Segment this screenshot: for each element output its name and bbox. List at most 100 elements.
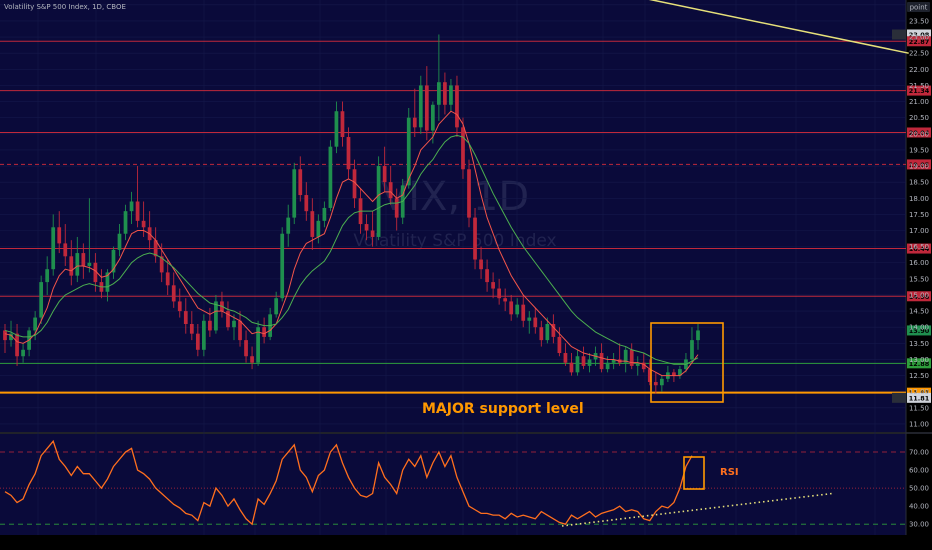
y-tick-label: 21.50 — [909, 82, 929, 90]
candle-body — [587, 359, 592, 366]
candle-body — [696, 330, 700, 341]
candle-body — [394, 198, 399, 218]
candle-body — [39, 282, 44, 318]
candle-body — [479, 259, 483, 270]
candle-body — [286, 217, 291, 234]
candle-body — [75, 253, 80, 276]
candle-body — [322, 207, 327, 221]
candle-body — [183, 311, 188, 324]
y-tick-label: 15.00 — [909, 291, 929, 299]
candle-body — [430, 104, 435, 131]
y-tick-label: 16.00 — [909, 259, 929, 267]
y-tick-label: 16.50 — [909, 243, 929, 251]
candle-body — [629, 349, 634, 366]
rsi-y-tick-label: 30.00 — [909, 521, 929, 529]
y-tick-label: 12.50 — [909, 372, 929, 380]
candle-body — [527, 317, 532, 321]
candle-body — [45, 269, 50, 283]
candle-body — [171, 285, 176, 302]
candle-body — [539, 327, 544, 341]
y-tick-label: 22.00 — [909, 66, 929, 74]
candle-body — [491, 282, 495, 289]
candle-body — [449, 85, 453, 105]
rsi-y-tick-label: 60.00 — [909, 467, 929, 475]
major-support-label: MAJOR support level — [422, 401, 584, 417]
candle-body — [461, 127, 465, 170]
candle-body — [424, 85, 429, 131]
candle-body — [328, 146, 333, 208]
rsi-y-tick-label: 50.00 — [909, 485, 929, 493]
candle-body — [129, 201, 134, 212]
candle-body — [581, 356, 586, 366]
candle-body — [443, 82, 447, 105]
candle-body — [87, 262, 92, 266]
candle-body — [467, 169, 471, 218]
candle-body — [250, 356, 254, 363]
candle-body — [189, 324, 194, 334]
candle-body — [364, 224, 369, 231]
candle-body — [33, 317, 37, 331]
candle-body — [412, 117, 417, 128]
candle-body — [177, 301, 182, 312]
candle-body — [533, 317, 538, 328]
candle-body — [659, 378, 664, 386]
candle-body — [135, 201, 140, 221]
candle-body — [388, 182, 393, 199]
candle-body — [437, 82, 441, 105]
candle-body — [195, 333, 200, 350]
y-tick-label: 13.00 — [909, 356, 929, 364]
y-tick-label: 12.00 — [909, 388, 929, 396]
candle-body — [690, 340, 694, 360]
candle-body — [123, 211, 128, 234]
candle-body — [563, 353, 568, 363]
candle-body — [304, 195, 309, 212]
candle-body — [515, 304, 520, 315]
candle-body — [557, 336, 562, 354]
candle-body — [244, 340, 248, 357]
y-tick-label: 23.50 — [909, 17, 929, 25]
candle-body — [382, 166, 387, 183]
candle-body — [69, 256, 74, 276]
y-tick-label: 23.00 — [909, 34, 929, 42]
candle-body — [509, 301, 514, 315]
y-tick-label: 17.00 — [909, 227, 929, 235]
price-level-tag-label-box — [892, 29, 906, 40]
price-level-tag-label-box — [892, 392, 906, 403]
candle-body — [503, 298, 508, 302]
candle-body — [473, 217, 477, 260]
candle-body — [214, 301, 218, 331]
y-tick-label: 14.00 — [909, 324, 929, 332]
candle-body — [485, 269, 489, 283]
candle-body — [455, 85, 459, 128]
candle-body — [316, 220, 321, 237]
rsi-panel-background — [0, 434, 906, 535]
y-tick-label: 18.50 — [909, 179, 929, 187]
candle-body — [346, 137, 351, 170]
y-tick-label: 15.50 — [909, 275, 929, 283]
candle-body — [376, 166, 381, 237]
candle-body — [310, 211, 315, 237]
y-tick-label: 11.00 — [909, 420, 929, 428]
candle-body — [292, 169, 297, 218]
candle-body — [15, 333, 19, 357]
candle-body — [605, 362, 610, 370]
currency-badge[interactable]: point — [910, 4, 928, 12]
candle-body — [298, 169, 303, 196]
candle-body — [575, 356, 580, 373]
vix-chart[interactable]: VIX, 1D Volatility S&P 500 Index 23.0822… — [0, 0, 932, 550]
y-tick-label: 14.50 — [909, 308, 929, 316]
symbol-title[interactable]: Volatility S&P 500 Index, 1D, CBOE — [4, 3, 126, 11]
candle-body — [51, 227, 56, 270]
candle-body — [262, 327, 266, 337]
candle-body — [141, 220, 146, 228]
candle-body — [340, 111, 345, 138]
candle-body — [238, 320, 242, 341]
y-tick-label: 19.50 — [909, 146, 929, 154]
y-tick-label: 17.50 — [909, 211, 929, 219]
candle-body — [280, 233, 285, 299]
candle-body — [201, 320, 206, 350]
y-tick-label: 20.50 — [909, 114, 929, 122]
rsi-annotation-label: RSI — [720, 467, 739, 478]
candle-body — [599, 353, 604, 370]
candle-body — [117, 233, 122, 250]
